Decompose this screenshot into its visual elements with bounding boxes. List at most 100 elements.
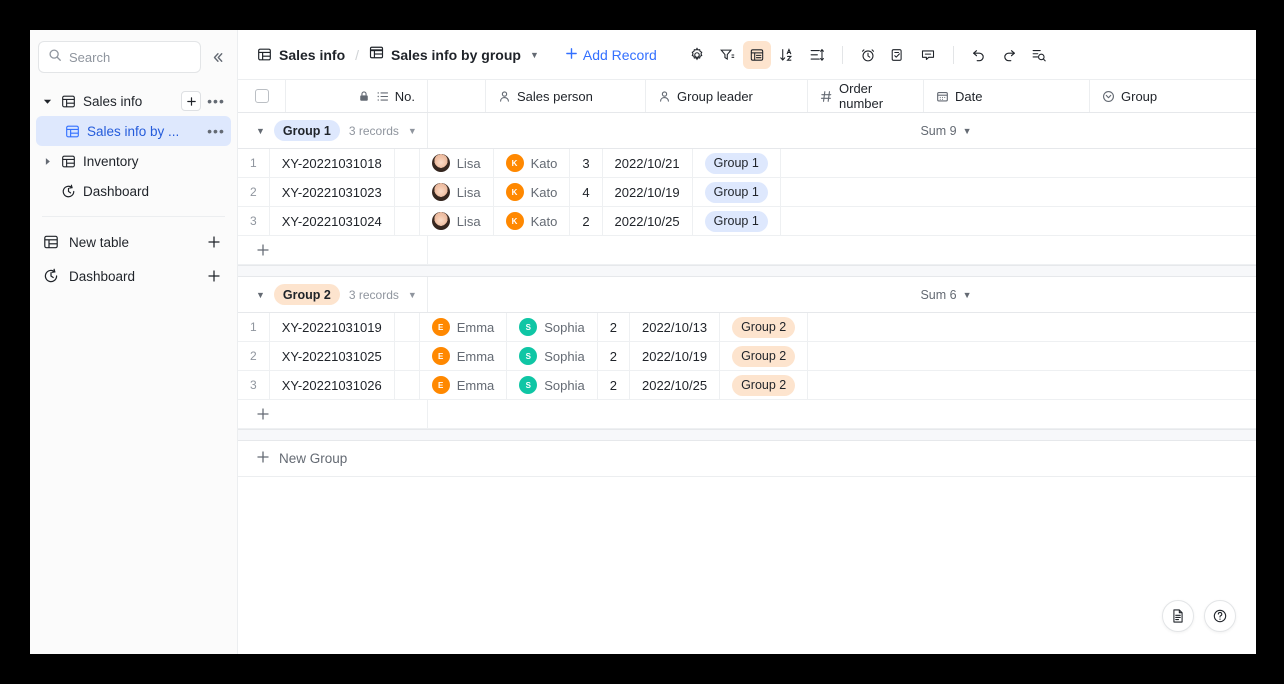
chevron-down-icon[interactable]: ▼: [256, 290, 265, 300]
plus-icon[interactable]: [205, 233, 223, 251]
search-records-icon[interactable]: [1025, 41, 1053, 69]
filter-icon[interactable]: [713, 41, 741, 69]
cell-date[interactable]: 2022/10/21: [603, 149, 693, 177]
add-row-button[interactable]: [238, 236, 428, 264]
group-by-icon[interactable]: [743, 41, 771, 69]
cell-date[interactable]: 2022/10/13: [630, 313, 720, 341]
cell-group[interactable]: Group 1: [693, 178, 781, 206]
sales-info-more-button[interactable]: •••: [207, 92, 225, 110]
cell-group-leader[interactable]: S Sophia: [507, 313, 597, 341]
cell-no[interactable]: XY-20221031025: [270, 342, 395, 370]
form-icon[interactable]: [884, 41, 912, 69]
group-summary[interactable]: Sum 6 ▼: [428, 277, 1256, 312]
column-header-group-leader[interactable]: Group leader: [646, 80, 808, 112]
cell-order-number[interactable]: 2: [598, 313, 630, 341]
redo-icon[interactable]: [995, 41, 1023, 69]
chevron-right-icon[interactable]: [40, 154, 54, 168]
cell-blank[interactable]: [395, 178, 420, 206]
row-height-icon[interactable]: [803, 41, 831, 69]
cell-order-number[interactable]: 2: [598, 371, 630, 399]
sidebar-item-sales-info-by-group[interactable]: Sales info by ... •••: [36, 116, 231, 146]
cell-date[interactable]: 2022/10/25: [630, 371, 720, 399]
cell-sales-person[interactable]: Lisa: [420, 207, 494, 235]
table-row[interactable]: 1 XY-20221031019 E Emma S Sophia 2 2022/…: [238, 313, 1256, 342]
search-box[interactable]: [38, 41, 201, 73]
table-row[interactable]: 3 XY-20221031026 E Emma S Sophia 2 2022/…: [238, 371, 1256, 400]
settings-gear-icon[interactable]: [683, 41, 711, 69]
new-table-button[interactable]: New table: [38, 225, 229, 259]
view-selector[interactable]: Sales info by group ▼: [369, 45, 539, 65]
search-input[interactable]: [69, 50, 191, 65]
chevron-down-icon[interactable]: ▼: [963, 290, 972, 300]
cell-blank[interactable]: [395, 149, 420, 177]
group-header[interactable]: ▼ Group 2 3 records ▼ Sum 6 ▼: [238, 277, 1256, 313]
cell-order-number[interactable]: 3: [570, 149, 602, 177]
table-row[interactable]: 3 XY-20221031024 Lisa K Kato 2 2022/10/2…: [238, 207, 1256, 236]
undo-icon[interactable]: [965, 41, 993, 69]
group-summary[interactable]: Sum 9 ▼: [428, 113, 1256, 148]
breadcrumb-table[interactable]: Sales info: [256, 47, 345, 63]
collapse-panel-icon[interactable]: [207, 47, 227, 67]
sidebar-item-sales-info[interactable]: Sales info •••: [36, 86, 231, 116]
select-all-header[interactable]: [238, 80, 286, 112]
add-row-group-2[interactable]: [238, 400, 1256, 429]
cell-group[interactable]: Group 2: [720, 342, 808, 370]
cell-no[interactable]: XY-20221031026: [270, 371, 395, 399]
add-row-button[interactable]: [238, 400, 428, 428]
table-row[interactable]: 2 XY-20221031023 Lisa K Kato 4 2022/10/1…: [238, 178, 1256, 207]
cell-sales-person[interactable]: E Emma: [420, 342, 508, 370]
chevron-down-icon[interactable]: ▼: [408, 126, 417, 136]
chevron-down-icon[interactable]: ▼: [963, 126, 972, 136]
add-table-button[interactable]: [181, 91, 201, 111]
cell-date[interactable]: 2022/10/25: [603, 207, 693, 235]
column-header-blank[interactable]: [428, 80, 486, 112]
cell-sales-person[interactable]: E Emma: [420, 371, 508, 399]
cell-sales-person[interactable]: Lisa: [420, 149, 494, 177]
table-row[interactable]: 1 XY-20221031018 Lisa K Kato 3 2022/10/2…: [238, 149, 1256, 178]
document-icon[interactable]: [1162, 600, 1194, 632]
column-header-sales-person[interactable]: Sales person: [486, 80, 646, 112]
sidebar-item-inventory[interactable]: Inventory: [36, 146, 231, 176]
sort-az-icon[interactable]: [773, 41, 801, 69]
new-group-button[interactable]: New Group: [238, 441, 1256, 477]
column-header-date[interactable]: Date: [924, 80, 1090, 112]
cell-blank[interactable]: [395, 342, 420, 370]
cell-no[interactable]: XY-20221031024: [270, 207, 395, 235]
cell-order-number[interactable]: 2: [570, 207, 602, 235]
cell-date[interactable]: 2022/10/19: [630, 342, 720, 370]
cell-no[interactable]: XY-20221031023: [270, 178, 395, 206]
cell-blank[interactable]: [395, 371, 420, 399]
cell-group-leader[interactable]: K Kato: [494, 178, 571, 206]
chevron-down-icon[interactable]: [40, 94, 54, 108]
chevron-down-icon[interactable]: ▼: [530, 50, 539, 60]
column-header-group[interactable]: Group: [1090, 80, 1256, 112]
cell-group[interactable]: Group 1: [693, 207, 781, 235]
cell-blank[interactable]: [395, 207, 420, 235]
new-dashboard-button[interactable]: Dashboard: [38, 259, 229, 293]
add-row-group-1[interactable]: [238, 236, 1256, 265]
group-header[interactable]: ▼ Group 1 3 records ▼ Sum 9 ▼: [238, 113, 1256, 149]
cell-group-leader[interactable]: S Sophia: [507, 371, 597, 399]
chevron-down-icon[interactable]: ▼: [256, 126, 265, 136]
grid-container[interactable]: No. Sales person: [238, 80, 1256, 654]
cell-sales-person[interactable]: E Emma: [420, 313, 508, 341]
reminder-clock-icon[interactable]: [854, 41, 882, 69]
cell-blank[interactable]: [395, 313, 420, 341]
cell-sales-person[interactable]: Lisa: [420, 178, 494, 206]
cell-no[interactable]: XY-20221031019: [270, 313, 395, 341]
add-record-button[interactable]: Add Record: [565, 47, 657, 63]
column-header-order-number[interactable]: Order number: [808, 80, 924, 112]
column-header-no[interactable]: No.: [286, 80, 428, 112]
cell-group[interactable]: Group 2: [720, 313, 808, 341]
checkbox-icon[interactable]: [255, 89, 269, 103]
cell-group-leader[interactable]: K Kato: [494, 207, 571, 235]
sidebar-item-dashboard[interactable]: Dashboard: [36, 176, 231, 206]
plus-icon[interactable]: [205, 267, 223, 285]
cell-group[interactable]: Group 2: [720, 371, 808, 399]
cell-group-leader[interactable]: S Sophia: [507, 342, 597, 370]
comment-icon[interactable]: [914, 41, 942, 69]
chevron-down-icon[interactable]: ▼: [408, 290, 417, 300]
cell-order-number[interactable]: 4: [570, 178, 602, 206]
cell-order-number[interactable]: 2: [598, 342, 630, 370]
help-icon[interactable]: [1204, 600, 1236, 632]
